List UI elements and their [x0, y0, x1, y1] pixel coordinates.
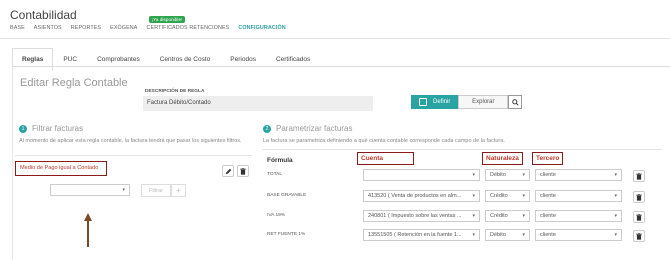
app-title: Contabilidad [10, 8, 77, 22]
filter-section-subtitle: Al momento de aplicar esta regla contabl… [19, 138, 242, 144]
filter-divider [15, 155, 252, 156]
delete-row-button[interactable] [633, 230, 645, 242]
naturaleza-value: Crédito [490, 213, 508, 219]
naturaleza-select-total[interactable]: Débito ▾ [485, 169, 530, 181]
chevron-down-icon: ▾ [614, 213, 617, 219]
description-input[interactable]: Factura Débito/Contado [143, 96, 373, 111]
cuenta-value: 413520 ( Venta de productos en alm... [368, 193, 462, 199]
trash-icon [636, 172, 642, 180]
trash-icon [636, 232, 642, 240]
filtrar-button[interactable]: Filtrar [141, 184, 171, 197]
param-section-title-text: Parametrizar facturas [276, 124, 353, 133]
filtrar-control: Filtrar + [141, 184, 186, 197]
chevron-down-icon: ▾ [122, 187, 125, 193]
nav-certificados-retenciones[interactable]: ¡Ya disponible! CERTIFICADOS RETENCIONES [146, 16, 230, 31]
cuenta-select-iva[interactable]: 240801 ( Impuesto sobre las ventas ... ▾ [363, 210, 480, 222]
define-label: Definir [433, 99, 451, 105]
chevron-down-icon: ▾ [472, 232, 475, 238]
tercero-select-total[interactable]: cliente ▾ [535, 169, 622, 181]
trash-icon [240, 167, 246, 175]
cuenta-value: 13551505 ( Retención en la fuente 1... [368, 232, 462, 238]
chevron-down-icon: ▾ [522, 232, 525, 238]
tercero-select-iva[interactable]: cliente ▾ [535, 210, 622, 222]
nav-reportes[interactable]: REPORTES [71, 25, 101, 31]
filter-field-select[interactable]: ▾ [50, 184, 130, 196]
tercero-select-base-gravable[interactable]: cliente ▾ [535, 190, 622, 202]
trash-icon [636, 213, 642, 221]
new-badge: ¡Ya disponible! [148, 16, 186, 23]
row-label-ret-fuente: RET FUENTE 1% [267, 232, 306, 237]
chevron-down-icon: ▾ [472, 213, 475, 219]
header-cuenta: Cuenta [357, 152, 414, 165]
chevron-down-icon: ▾ [522, 193, 525, 199]
tercero-value: cliente [540, 193, 556, 199]
param-section-title: 2 Parametrizar facturas [263, 124, 352, 133]
cuenta-select-total[interactable]: ▾ [363, 169, 480, 181]
header-naturaleza: Naturaleza [482, 152, 523, 165]
delete-row-button[interactable] [633, 211, 645, 223]
trash-icon [636, 193, 642, 201]
cuenta-select-base-gravable[interactable]: 413520 ( Venta de productos en alm... ▾ [363, 190, 480, 202]
param-divider [262, 149, 662, 150]
row-label-iva: IVA 19% [267, 213, 286, 218]
edit-filter-button[interactable] [222, 165, 234, 177]
chevron-down-icon: ▾ [614, 172, 617, 178]
naturaleza-select-base-gravable[interactable]: Crédito ▾ [485, 190, 530, 202]
chevron-down-icon: ▾ [472, 193, 475, 199]
delete-filter-button[interactable] [237, 165, 249, 177]
nav-configuracion[interactable]: CONFIGURACIÓN [238, 25, 285, 31]
row-label-base-gravable: BASE GRAVABLE [267, 193, 307, 198]
delete-row-button[interactable] [633, 191, 645, 203]
search-button[interactable] [508, 95, 523, 109]
cuenta-value: 240801 ( Impuesto sobre las ventas ... [368, 213, 462, 219]
filter-section-title-text: Filtrar facturas [32, 124, 84, 133]
chevron-down-icon: ▾ [614, 232, 617, 238]
define-button[interactable]: Definir [411, 95, 459, 109]
header-tercero: Tercero [532, 152, 564, 165]
chevron-down-icon: ▾ [522, 213, 525, 219]
filter-rule[interactable]: Medio de Pago igual a Contado [15, 161, 107, 176]
top-bar: Contabilidad BASE ASIENTOS REPORTES EXÓG… [0, 0, 670, 39]
tercero-select-ret-fuente[interactable]: cliente ▾ [535, 229, 622, 241]
naturaleza-value: Crédito [490, 193, 508, 199]
nav-exogena[interactable]: EXÓGENA [110, 25, 137, 31]
chevron-down-icon: ▾ [614, 193, 617, 199]
nav-certificados-label: CERTIFICADOS RETENCIONES [146, 25, 230, 31]
main-nav: BASE ASIENTOS REPORTES EXÓGENA ¡Ya dispo… [10, 16, 286, 31]
tercero-value: cliente [540, 232, 556, 238]
step-number-1: 1 [19, 124, 27, 133]
naturaleza-value: Débito [490, 172, 506, 178]
chevron-down-icon: ▾ [522, 172, 525, 178]
add-filter-button[interactable]: + [171, 184, 186, 197]
step-number-2: 2 [263, 124, 271, 133]
nav-base[interactable]: BASE [10, 25, 25, 31]
pencil-icon [225, 168, 231, 174]
param-section-subtitle: La factura se parametriza definiendo a q… [263, 138, 505, 144]
explore-button[interactable]: Explorar [458, 95, 509, 109]
tercero-value: cliente [540, 213, 556, 219]
cuenta-select-ret-fuente[interactable]: 13551505 ( Retención en la fuente 1... ▾ [363, 229, 480, 241]
chevron-down-icon: ▾ [472, 172, 475, 178]
row-label-total: TOTAL [267, 172, 283, 177]
header-formula: Fórmula [267, 157, 293, 164]
delete-row-button[interactable] [633, 170, 645, 182]
naturaleza-value: Débito [490, 232, 506, 238]
annotation-arrow [84, 213, 92, 247]
description-label: DESCRIPCIÓN DE REGLA [145, 89, 205, 94]
search-icon [512, 98, 519, 106]
page-title: Editar Regla Contable [20, 77, 128, 89]
filter-section-title: 1 Filtrar facturas [19, 124, 83, 133]
edit-icon [419, 98, 427, 106]
nav-asientos[interactable]: ASIENTOS [34, 25, 62, 31]
mode-toggle: Definir Explorar [411, 95, 523, 109]
naturaleza-select-iva[interactable]: Crédito ▾ [485, 210, 530, 222]
naturaleza-select-ret-fuente[interactable]: Débito ▾ [485, 229, 530, 241]
tercero-value: cliente [540, 172, 556, 178]
